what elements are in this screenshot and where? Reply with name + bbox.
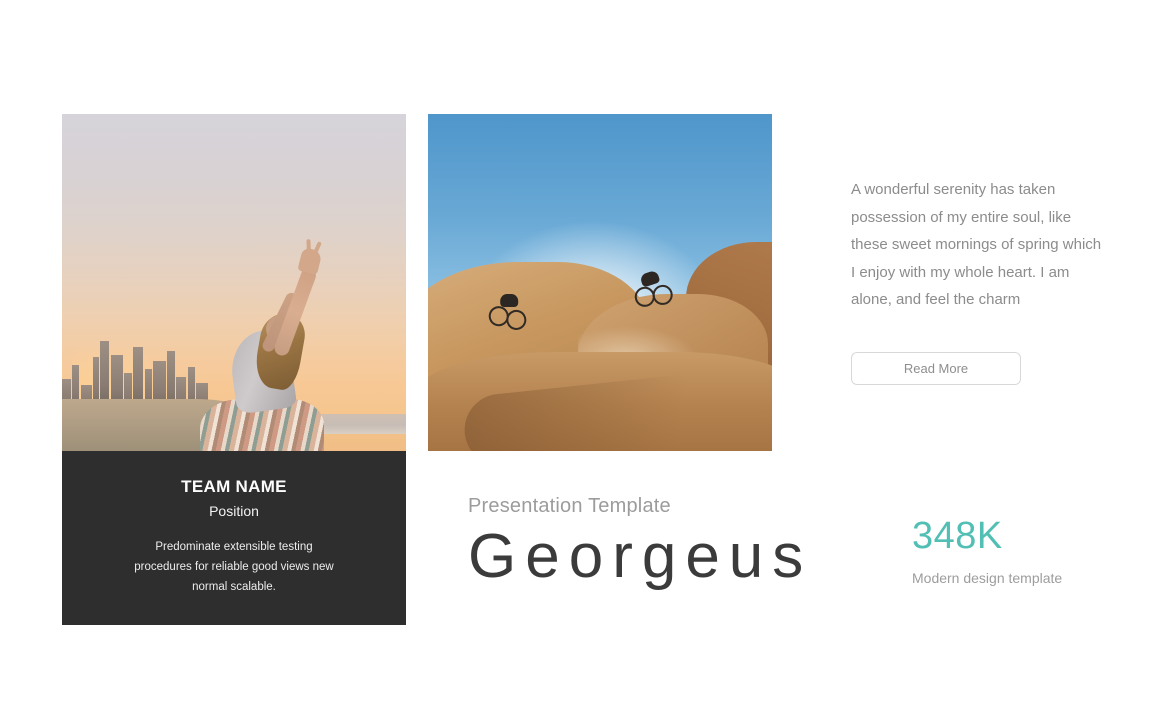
description-column: A wonderful serenity has taken possessio… <box>851 176 1103 385</box>
mountain-biker-icon <box>632 269 674 308</box>
team-member-info: TEAM NAME Position Predominate extensibl… <box>62 451 406 597</box>
figure-hand <box>297 246 323 276</box>
team-member-photo <box>62 114 406 451</box>
biker-body <box>500 294 519 308</box>
slide-canvas: TEAM NAME Position Predominate extensibl… <box>0 0 1152 720</box>
lead-paragraph: A wonderful serenity has taken possessio… <box>851 181 1102 308</box>
team-member-card[interactable]: TEAM NAME Position Predominate extensibl… <box>62 114 406 625</box>
mountain-biker-icon <box>486 291 529 332</box>
page-title: Georgeus <box>468 522 813 591</box>
team-member-position: Position <box>209 503 259 519</box>
title-block: Presentation Template Georgeus <box>468 495 812 594</box>
team-member-bio: Predominate extensible testing procedure… <box>134 541 334 593</box>
read-more-button[interactable]: Read More <box>851 351 1021 385</box>
stat-value: 348K <box>912 515 1003 557</box>
woman-stretching-figure <box>180 241 324 451</box>
stat-block: 348K Modern design template <box>912 514 1062 586</box>
stat-label: Modern design template <box>912 570 1063 586</box>
feature-photo <box>428 114 772 451</box>
eyebrow-text: Presentation Template <box>468 495 671 517</box>
team-member-name: TEAM NAME <box>181 477 287 496</box>
